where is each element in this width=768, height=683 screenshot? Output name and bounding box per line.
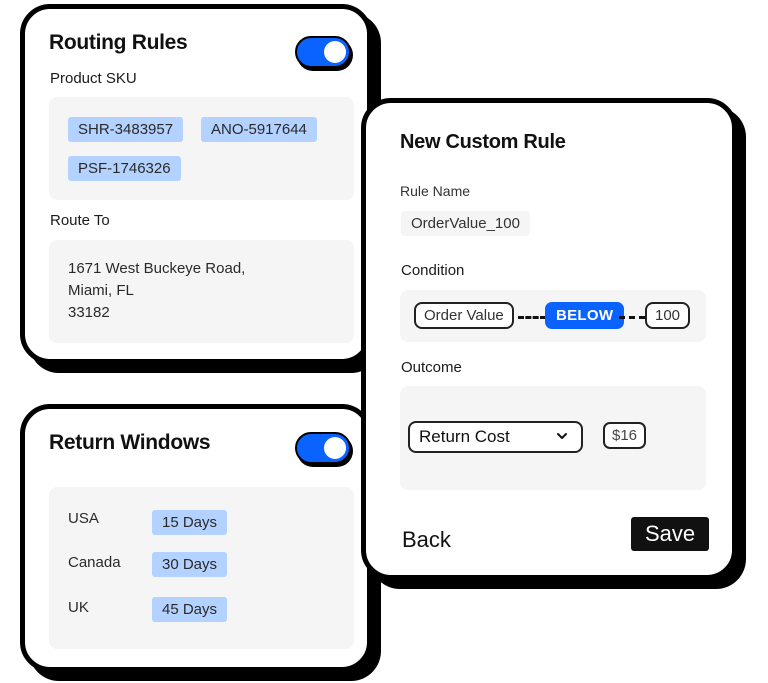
outcome-value[interactable]: $16	[603, 422, 647, 449]
sku-chip[interactable]: PSF-1746326	[68, 156, 181, 181]
back-button[interactable]: Back	[402, 527, 451, 553]
connector-line	[619, 316, 645, 319]
custom-rule-title: New Custom Rule	[400, 131, 566, 153]
address-line-3: 33182	[68, 304, 110, 321]
outcome-panel: Return Cost $16	[400, 386, 706, 490]
address-line-1: 1671 West Buckeye Road,	[68, 260, 246, 277]
new-custom-rule-card: New Custom Rule Rule Name OrderValue_100…	[361, 98, 737, 580]
window-chip[interactable]: 30 Days	[152, 552, 228, 577]
outcome-label: Outcome	[401, 359, 462, 376]
condition-operator[interactable]: BELOW	[545, 302, 625, 329]
window-chip[interactable]: 15 Days	[152, 510, 228, 535]
rule-name-input[interactable]: OrderValue_100	[401, 211, 530, 236]
sku-chip[interactable]: ANO-5917644	[201, 117, 317, 142]
condition-panel: Order Value BELOW 100	[400, 290, 706, 342]
outcome-select[interactable]: Return Cost	[408, 421, 583, 453]
country-label: USA	[68, 510, 99, 527]
address-panel: 1671 West Buckeye Road, Miami, FL 33182	[49, 240, 354, 343]
return-windows-panel: USA 15 Days Canada 30 Days UK 45 Days	[49, 487, 354, 649]
routing-rules-card: Routing Rules Product SKU SHR-3483957 AN…	[20, 4, 372, 364]
condition-field[interactable]: Order Value	[414, 302, 514, 329]
chevron-down-icon	[557, 433, 567, 439]
window-chip[interactable]: 45 Days	[152, 597, 228, 622]
address-line-2: Miami, FL	[68, 282, 134, 299]
condition-value[interactable]: 100	[645, 302, 691, 329]
outcome-select-value: Return Cost	[419, 427, 510, 446]
toggle-knob	[324, 437, 346, 459]
routing-rules-title: Routing Rules	[49, 31, 188, 54]
connector-line	[518, 316, 546, 319]
save-button[interactable]: Save	[631, 517, 710, 551]
country-label: UK	[68, 599, 89, 616]
toggle-knob	[324, 41, 346, 63]
routing-rules-toggle[interactable]	[295, 36, 351, 68]
route-to-label: Route To	[50, 212, 110, 229]
sku-chip[interactable]: SHR-3483957	[68, 117, 184, 142]
sku-panel: SHR-3483957 ANO-5917644 PSF-1746326	[49, 97, 354, 200]
return-windows-toggle[interactable]	[295, 432, 351, 464]
rule-name-label: Rule Name	[400, 183, 471, 199]
product-sku-label: Product SKU	[50, 70, 137, 87]
return-windows-card: Return Windows USA 15 Days Canada 30 Day…	[20, 404, 372, 672]
country-label: Canada	[68, 554, 121, 571]
return-windows-title: Return Windows	[49, 431, 211, 454]
address-text: 1671 West Buckeye Road, Miami, FL 33182	[68, 258, 245, 324]
condition-label: Condition	[401, 262, 465, 279]
